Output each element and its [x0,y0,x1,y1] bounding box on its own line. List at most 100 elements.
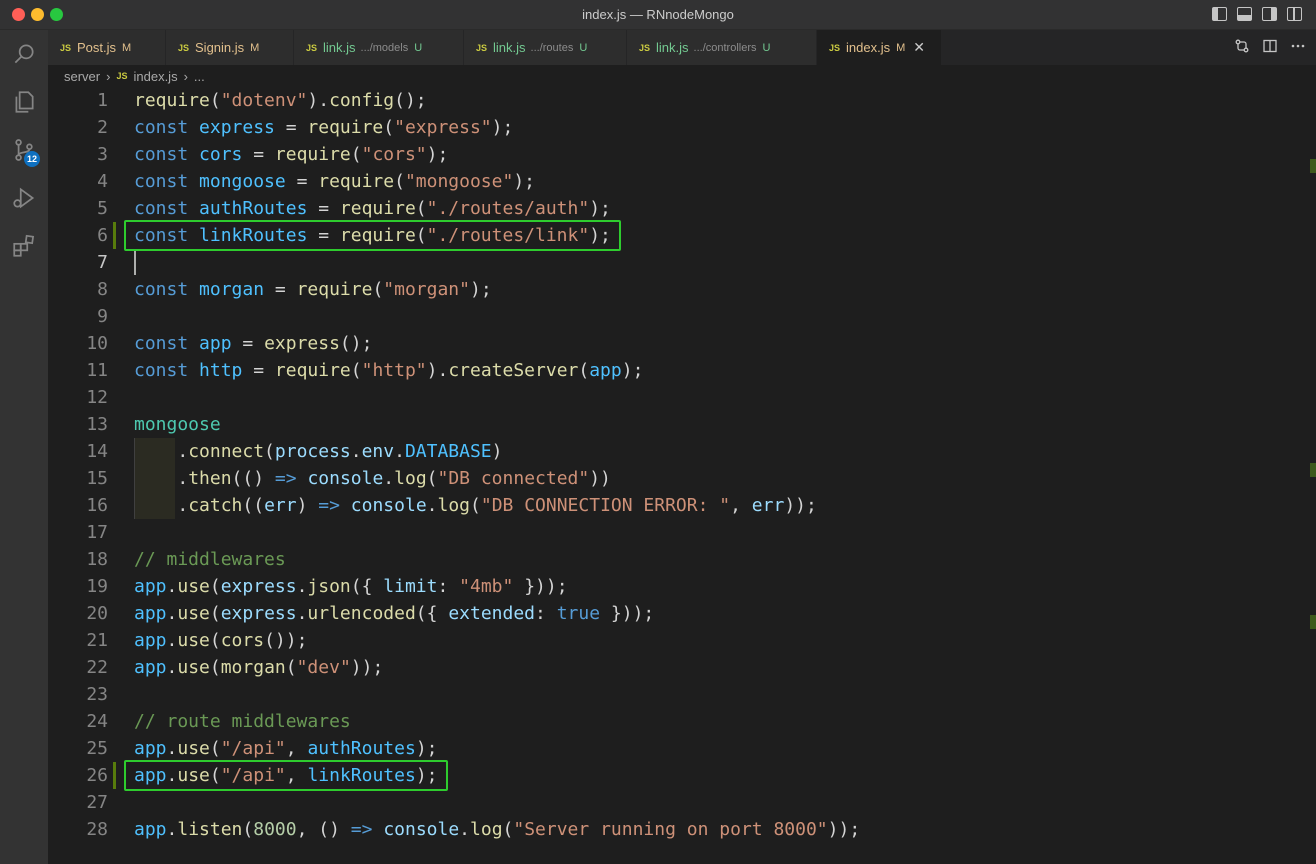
code-line[interactable]: .then(() => console.log("DB connected")) [134,465,611,492]
line-number: 19 [86,576,108,597]
breadcrumb-symbols[interactable]: ... [194,69,205,84]
tab-link-js-models[interactable]: JS link.js .../models U [294,30,464,65]
code-line[interactable]: app.use(cors()); [134,627,307,654]
code-line[interactable]: // middlewares [134,546,286,573]
tab-index-js[interactable]: JS index.js M ✕ [817,30,942,65]
extensions-icon[interactable] [0,222,48,270]
code-token: ( [209,630,221,651]
code-token: ( [242,819,254,840]
code-token: ); [589,198,611,219]
line-number: 21 [86,630,108,651]
open-changes-icon[interactable] [1234,38,1250,57]
breadcrumb: server › JS index.js › ... [48,65,1316,87]
toggle-sidebar-icon[interactable] [1212,7,1227,21]
code-area[interactable]: require("dotenv").config(); const express… [134,87,1316,864]
code-line[interactable]: app.use(express.json({ limit: "4mb" })); [134,573,568,600]
line-number: 4 [97,171,108,192]
code-token: log [437,495,471,516]
code-token: express [199,117,275,138]
line-number: 11 [86,360,108,381]
highlight-box-line-26 [124,760,448,791]
code-line[interactable]: // route middlewares [134,708,351,735]
code-line[interactable]: const morgan = require("morgan"); [134,276,492,303]
code-token: "http" [361,360,427,381]
explorer-icon[interactable] [0,78,48,126]
code-line[interactable]: const http = require("http").createServe… [134,357,643,384]
code-token: const [134,333,200,354]
line-number: 13 [86,414,108,435]
code-token: ( [350,144,362,165]
code-line[interactable]: require("dotenv").config(); [134,87,427,114]
code-line[interactable]: app.use(express.urlencoded({ extended: t… [134,600,654,627]
code-line[interactable]: const authRoutes = require("./routes/aut… [134,195,611,222]
code-line[interactable]: mongoose [134,411,221,438]
line-number: 5 [97,198,108,219]
code-token: ( [383,117,395,138]
code-line[interactable]: .connect(process.env.DATABASE) [134,438,502,465]
code-line[interactable]: app.use("/api", authRoutes); [134,735,438,762]
breadcrumb-file[interactable]: index.js [133,69,177,84]
code-line[interactable]: const express = require("express"); [134,114,513,141]
code-line[interactable]: app.use(morgan("dev")); [134,654,383,681]
text-cursor [134,251,136,275]
code-token: )); [784,495,817,516]
line-number: 27 [86,792,108,813]
tab-link-js-routes[interactable]: JS link.js .../routes U [464,30,627,65]
code-token: use [177,603,210,624]
code-token: )); [350,657,384,678]
code-token: . [134,441,189,462]
code-token: = [274,117,308,138]
code-token: ( [426,468,438,489]
code-token: 8000 [253,819,297,840]
tab-description: .../models [360,41,409,54]
code-token: = [307,198,340,219]
code-token: (( [242,495,265,516]
breadcrumb-folder[interactable]: server [64,69,100,84]
line-number: 6 [97,225,108,246]
line-number-gutter: 1 2 3 4 5 6 7 8 9 10 11 12 13 14 15 16 17 18 19 20 21 22 23 24 2… [48,87,110,864]
split-editor-icon[interactable] [1262,38,1278,57]
code-line[interactable]: const app = express(); [134,330,372,357]
code-token: . [134,495,189,516]
code-token: ); [469,279,492,300]
line-number: 9 [97,306,108,327]
code-token: "/api" [220,738,286,759]
toggle-panel-icon[interactable] [1237,7,1252,21]
code-token: express [264,333,340,354]
code-token: . [350,441,362,462]
tab-signin-js[interactable]: JS Signin.js M [166,30,294,65]
code-token: "express" [394,117,492,138]
customize-layout-icon[interactable] [1287,7,1302,21]
code-token: "./routes/auth" [426,198,590,219]
source-control-icon[interactable]: 12 [0,126,48,174]
line-number: 26 [86,765,108,786]
tab-link-js-controllers[interactable]: JS link.js .../controllers U [627,30,817,65]
code-token: cors [220,630,265,651]
code-token: use [177,738,210,759]
window-title: index.js — RNnodeMongo [582,7,734,22]
code-token: app [199,333,232,354]
code-token: = [231,333,265,354]
code-token: ( [285,657,297,678]
code-token: urlencoded [307,603,416,624]
code-line[interactable]: const mongoose = require("mongoose"); [134,168,535,195]
code-line[interactable]: app.listen(8000, () => console.log("Serv… [134,816,860,843]
run-debug-icon[interactable] [0,174,48,222]
more-actions-icon[interactable] [1290,38,1306,57]
modified-line-marker [113,222,116,249]
code-line[interactable]: const cors = require("cors"); [134,141,448,168]
code-editor[interactable]: 1 2 3 4 5 6 7 8 9 10 11 12 13 14 15 16 17 18 19 20 21 22 23 24 2… [48,87,1316,864]
code-token: (() [231,468,275,489]
search-icon[interactable] [0,30,48,78]
code-token: "dev" [296,657,351,678]
line-number: 12 [86,387,108,408]
layout-controls [1212,7,1302,21]
code-token: ( [394,171,405,192]
toggle-secondary-sidebar-icon[interactable] [1262,7,1277,21]
code-line[interactable]: .catch((err) => console.log("DB CONNECTI… [134,492,817,519]
tab-post-js[interactable]: JS Post.js M [48,30,166,65]
tab-status-flag: U [762,41,771,54]
close-tab-icon[interactable]: ✕ [913,39,925,56]
code-token: })); [600,603,655,624]
code-token: . [166,603,178,624]
